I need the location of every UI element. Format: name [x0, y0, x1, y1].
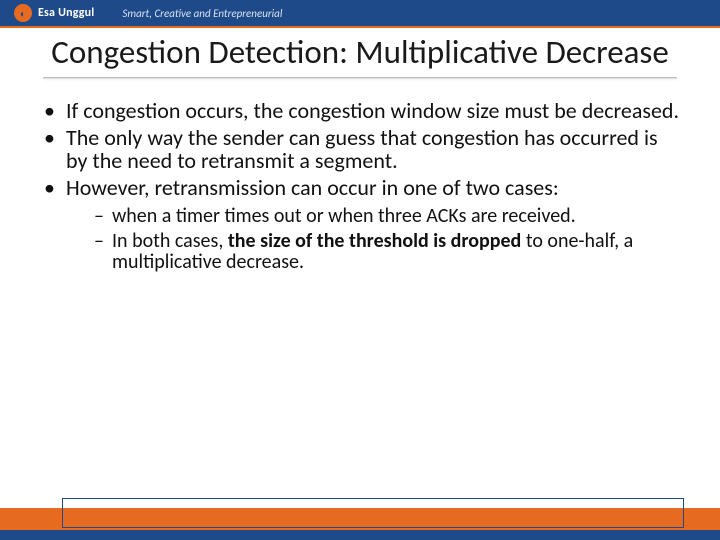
slide-title: Congestion Detection: Multiplicative Dec…: [0, 34, 720, 71]
sub-bullet-text: In both cases, the size of the threshold…: [112, 229, 633, 275]
sub-bullet-item: when a timer times out or when three ACK…: [94, 206, 682, 228]
bullet-text: However, retransmission can occur in one…: [66, 174, 559, 201]
bullet-text: If congestion occurs, the congestion win…: [66, 97, 679, 124]
footer-frame: [62, 498, 684, 528]
brand-name: Esa Unggul: [38, 6, 94, 20]
footer: [0, 494, 720, 540]
sub-bullet-text: when a timer times out or when three ACK…: [112, 204, 576, 228]
slide-body: If congestion occurs, the congestion win…: [0, 79, 720, 274]
brand-tagline: Smart, Creative and Entrepreneurial: [122, 7, 282, 20]
bullet-text: The only way the sender can guess that c…: [66, 124, 658, 175]
logo-icon: ◐: [14, 4, 32, 22]
bullet-item: The only way the sender can guess that c…: [44, 126, 682, 174]
brand-logo: ◐ Esa Unggul: [14, 4, 94, 22]
footer-accent-blue: [0, 530, 720, 540]
bullet-item: If congestion occurs, the congestion win…: [44, 99, 682, 123]
header-bar: ◐ Esa Unggul Smart, Creative and Entrepr…: [0, 0, 720, 28]
bullet-item: However, retransmission can occur in one…: [44, 176, 682, 274]
sub-bullet-item: In both cases, the size of the threshold…: [94, 231, 682, 274]
